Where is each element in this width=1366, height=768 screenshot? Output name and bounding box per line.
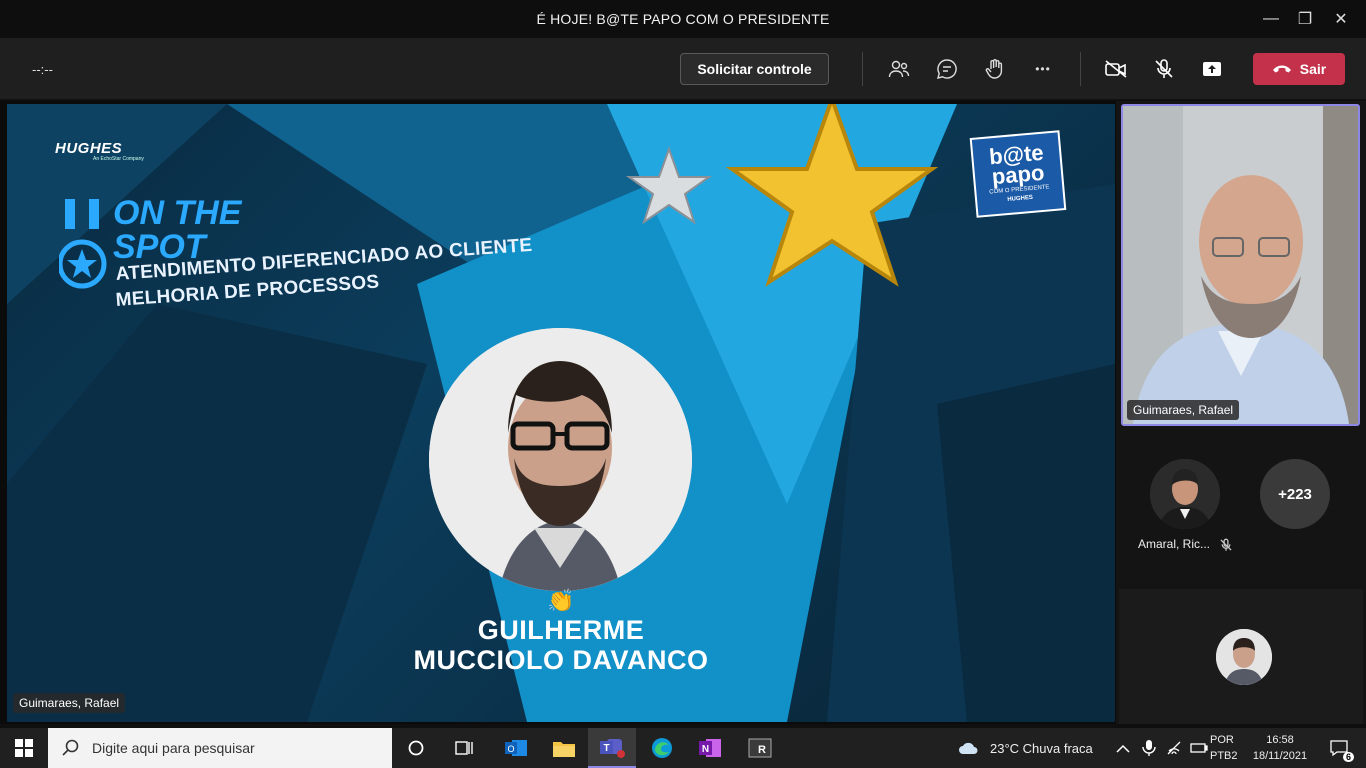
participant-name-amaral: Amaral, Ric... — [1138, 537, 1211, 551]
search-placeholder: Digite aqui para pesquisar — [92, 740, 255, 756]
wifi-icon[interactable] — [1166, 741, 1182, 755]
phone-icon — [1272, 65, 1291, 73]
meeting-toolbar: --:-- Solicitar controle ••• Sair — [0, 38, 1366, 100]
hughes-logo: HUGHES — [55, 140, 123, 157]
chat-icon — [937, 59, 957, 79]
tray-icons — [1116, 728, 1208, 768]
taskbar-search[interactable]: Digite aqui para pesquisar — [48, 728, 392, 768]
chevron-up-icon[interactable] — [1116, 743, 1130, 753]
battery-icon[interactable] — [1190, 742, 1208, 754]
task-view-icon — [455, 741, 473, 755]
microphone-icon[interactable] — [1142, 740, 1156, 756]
on-the-spot-heading: ON THE SPOT — [113, 196, 241, 264]
shared-content-stage: HUGHES An EchoStar Company ON THE SPOT A… — [0, 101, 1116, 724]
cortana-button[interactable] — [392, 728, 440, 768]
participant-avatar-amaral[interactable] — [1150, 459, 1220, 529]
honoree-first-name: GUILHERME — [477, 615, 645, 645]
self-view-tile — [1119, 589, 1363, 724]
folder-icon — [553, 742, 575, 757]
more-icon: ••• — [1035, 62, 1051, 76]
minimize-icon: — — [1263, 10, 1279, 27]
svg-text:N: N — [702, 744, 709, 755]
task-view-button[interactable] — [440, 728, 488, 768]
clock-time: 16:58 — [1266, 734, 1294, 746]
onenote-icon: N — [699, 739, 721, 757]
file-explorer-app[interactable] — [540, 728, 588, 768]
main-participant-video[interactable]: Guimaraes, Rafael — [1121, 104, 1360, 426]
svg-text:T: T — [603, 743, 609, 754]
hughes-logo-subtitle: An EchoStar Company — [93, 156, 144, 162]
presenter-name-label: Guimaraes, Rafael — [13, 693, 126, 713]
heading-line-1: ON THE — [113, 194, 242, 232]
teams-icon: T — [600, 739, 625, 758]
bp-brand: HUGHES — [1007, 194, 1034, 204]
notifications-button[interactable]: 6 — [1316, 728, 1362, 768]
request-control-button[interactable]: Solicitar controle — [680, 53, 829, 85]
mic-off-icon — [1155, 59, 1173, 78]
raise-hand-button[interactable] — [980, 54, 1010, 84]
keyboard-layout: PTB2 — [1210, 750, 1238, 762]
close-window-button[interactable]: ✕ — [1318, 0, 1364, 38]
camera-off-icon — [1105, 60, 1127, 78]
weather-text: 23°C Chuva fraca — [990, 740, 1093, 756]
windows-icon — [15, 739, 33, 757]
main-participant-name: Guimaraes, Rafael — [1127, 400, 1240, 420]
svg-text:R: R — [758, 744, 766, 756]
leave-label: Sair — [1299, 61, 1327, 77]
more-participants-button[interactable]: +223 — [1260, 459, 1330, 529]
cloud-icon — [959, 742, 978, 754]
people-icon — [888, 60, 910, 78]
clapping-hands-emoji: 👏 — [547, 588, 575, 613]
chat-button[interactable] — [932, 54, 962, 84]
maximize-icon: ❐ — [1297, 11, 1313, 28]
onenote-app[interactable]: N — [686, 728, 734, 768]
close-icon: ✕ — [1334, 11, 1348, 28]
share-icon — [1203, 62, 1221, 76]
meeting-timer: --:-- — [32, 62, 53, 77]
app-r-icon: R — [748, 738, 772, 758]
toolbar-divider — [862, 52, 863, 86]
share-screen-button[interactable] — [1197, 54, 1227, 84]
outlook-icon: O — [505, 740, 527, 756]
camera-toggle-button[interactable] — [1101, 54, 1131, 84]
search-icon — [62, 739, 79, 756]
participant-panel: Guimaraes, Rafael Amaral, Ric... +223 — [1116, 101, 1366, 724]
window-title: É HOJE! B@TE PAPO COM O PRESIDENTE — [536, 11, 830, 27]
outlook-app[interactable]: O — [492, 728, 540, 768]
input-language[interactable]: POR PTB2 — [1210, 732, 1238, 764]
notification-count: 6 — [1342, 752, 1354, 762]
language-code: POR — [1210, 734, 1234, 746]
clock-date: 18/11/2021 — [1252, 750, 1308, 762]
bp-title-2: papo — [990, 159, 1046, 190]
cortana-icon — [408, 740, 424, 756]
weather-widget[interactable]: 23°C Chuva fraca — [958, 728, 1093, 768]
windows-taskbar: Digite aqui para pesquisar O T N R 23°C … — [0, 728, 1366, 768]
mic-off-icon — [1220, 538, 1232, 551]
mic-toggle-button[interactable] — [1149, 54, 1179, 84]
raise-hand-icon — [985, 59, 1003, 79]
toolbar-divider — [1080, 52, 1081, 86]
medal-icon — [59, 199, 107, 289]
system-clock[interactable]: 16:58 18/11/2021 — [1250, 732, 1310, 764]
presentation-slide: HUGHES An EchoStar Company ON THE SPOT A… — [7, 104, 1115, 722]
svg-text:O: O — [507, 744, 514, 754]
honoree-last-name: MUCCIOLO DAVANCO — [413, 645, 709, 675]
edge-app[interactable] — [638, 728, 686, 768]
edge-icon — [652, 738, 672, 758]
rstudio-app[interactable]: R — [736, 728, 784, 768]
participants-button[interactable] — [884, 54, 914, 84]
start-button[interactable] — [0, 728, 48, 768]
self-avatar[interactable] — [1216, 629, 1272, 685]
title-bar: É HOJE! B@TE PAPO COM O PRESIDENTE — ❐ ✕ — [0, 0, 1366, 38]
bate-papo-logo: b@te papo COM O PRESIDENTE HUGHES — [969, 130, 1067, 218]
star-decoration — [625, 104, 939, 287]
leave-button[interactable]: Sair — [1253, 53, 1345, 85]
honoree-photo — [429, 328, 692, 591]
teams-app[interactable]: T — [588, 728, 636, 768]
more-actions-button[interactable]: ••• — [1028, 54, 1058, 84]
